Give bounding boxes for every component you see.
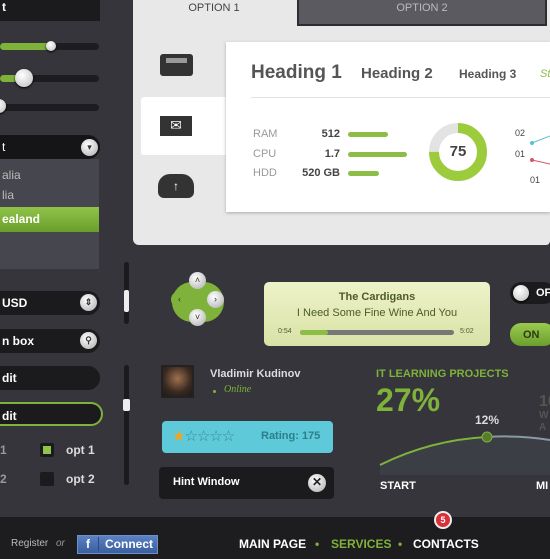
up-down-icon[interactable]: ⇕ [80,294,97,311]
right-w: W [539,410,549,421]
currency-value: USD [2,296,28,310]
edit-field[interactable]: dit [0,366,100,390]
chart-y-label: 02 [515,128,526,138]
stat-bar [348,132,388,137]
mid-label: MI [536,480,549,492]
stat-bar [348,171,379,176]
search-text: n box [2,334,34,348]
nav-services[interactable]: SERVICES [331,537,391,551]
project-percent: 27% [376,382,441,418]
mail-icon: ✉ [160,116,192,136]
stat-value: 520 GB [302,167,340,179]
tab-option-2[interactable]: OPTION 2 [297,0,547,26]
top-input[interactable]: t [0,0,100,21]
divider [251,97,550,98]
donut-value: 75 [449,143,467,160]
checkbox-opt1[interactable] [40,443,54,457]
scrollbar-2[interactable] [123,365,130,485]
dpad-up-button[interactable]: ˄ [189,272,206,289]
toggle-label: OF [536,287,550,299]
dpad-right-button[interactable]: › [207,291,224,308]
music-player: The Cardigans I Need Some Fine Wine And … [264,282,490,346]
checkbox-opt2[interactable] [40,472,54,486]
progress-curve [379,431,550,475]
chart-y-label: 01 [515,149,526,159]
dpad-left-button[interactable]: ‹ [171,291,188,308]
heading-2: Heading 2 [361,65,433,82]
project-title: IT LEARNING PROJECTS [376,368,509,380]
dpad-down-button[interactable]: ˅ [189,309,206,326]
nav-dot: • [398,537,403,551]
stat-value: 1.7 [324,148,340,160]
country-dropdown[interactable]: t ▾ [0,135,100,159]
cloud-upload-icon[interactable]: ↑ [158,174,194,198]
nav-contacts[interactable]: CONTACTS [413,537,479,551]
rating-widget: ★☆☆☆☆ Rating: 175 [162,421,333,453]
toggle-on[interactable]: ON [510,323,550,346]
nav-main-page[interactable]: MAIN PAGE [239,537,306,551]
currency-select[interactable]: USD ⇕ [0,291,100,315]
progress-bar[interactable] [300,330,454,335]
search-box[interactable]: n box ⚲ [0,329,100,353]
edit-text: dit [2,409,17,423]
search-icon[interactable]: ⚲ [80,332,97,349]
scrollbar-1[interactable] [124,262,129,324]
slider-1[interactable] [0,41,99,51]
row-label: 2 [0,472,7,486]
dropdown-list: alia lia ealand [0,159,99,269]
notification-badge: 5 [434,511,452,529]
connect-label: Connect [105,537,153,551]
edit-text: dit [2,371,17,385]
nav-dot: • [315,537,320,551]
close-icon[interactable]: ✕ [308,474,326,492]
toggle-label: ON [523,329,540,341]
artist: The Cardigans [338,291,416,303]
inbox-icon[interactable] [160,54,193,76]
facebook-icon: f [78,537,99,551]
heading-4: St [540,68,550,80]
stat-label: RAM [253,128,278,140]
top-input-text: t [2,0,6,14]
song-title: I Need Some Fine Wine And You [296,307,458,319]
dropdown-value: t [2,140,6,154]
checkbox-label: opt 1 [66,443,95,457]
avatar[interactable] [161,365,194,398]
tab-option-1[interactable]: OPTION 1 [133,0,295,18]
dropdown-option-selected[interactable]: ealand [0,207,99,232]
mini-line-chart [530,135,550,165]
total-time: 5:02 [460,328,474,335]
hint-text: Hint Window [173,476,240,488]
or-text: or [56,538,65,549]
status-dot [213,390,216,393]
register-link[interactable]: Register [11,538,48,549]
slider-2[interactable] [0,69,99,87]
stat-bar [348,152,407,157]
elapsed-time: 0:54 [278,328,292,335]
slider-3[interactable] [0,99,99,113]
dropdown-option[interactable]: lia [0,183,99,207]
edit-field-focused[interactable]: dit [0,402,103,426]
stat-label: CPU [253,148,277,160]
start-label: START [380,480,416,492]
profile-status: Online [224,384,252,395]
toggle-off[interactable]: OF [510,282,550,304]
row-label: 1 [0,443,7,457]
stat-label: HDD [253,167,277,179]
stat-value: 512 [321,128,340,140]
profile-name[interactable]: Vladimir Kudinov [210,368,300,380]
dropdown-option[interactable]: alia [0,159,99,183]
checkbox-label: opt 2 [66,472,95,486]
chevron-down-icon[interactable]: ▾ [81,139,98,156]
rating-label: Rating: 175 [261,430,321,442]
right-num: 10 [539,393,550,410]
facebook-connect-button[interactable]: f Connect [77,535,158,554]
heading-3: Heading 3 [459,67,517,81]
heading-1: Heading 1 [251,62,342,83]
progress-handle [481,431,493,443]
hint-window: Hint Window ✕ [159,467,334,499]
star-rating[interactable]: ★☆☆☆☆ [172,427,235,445]
